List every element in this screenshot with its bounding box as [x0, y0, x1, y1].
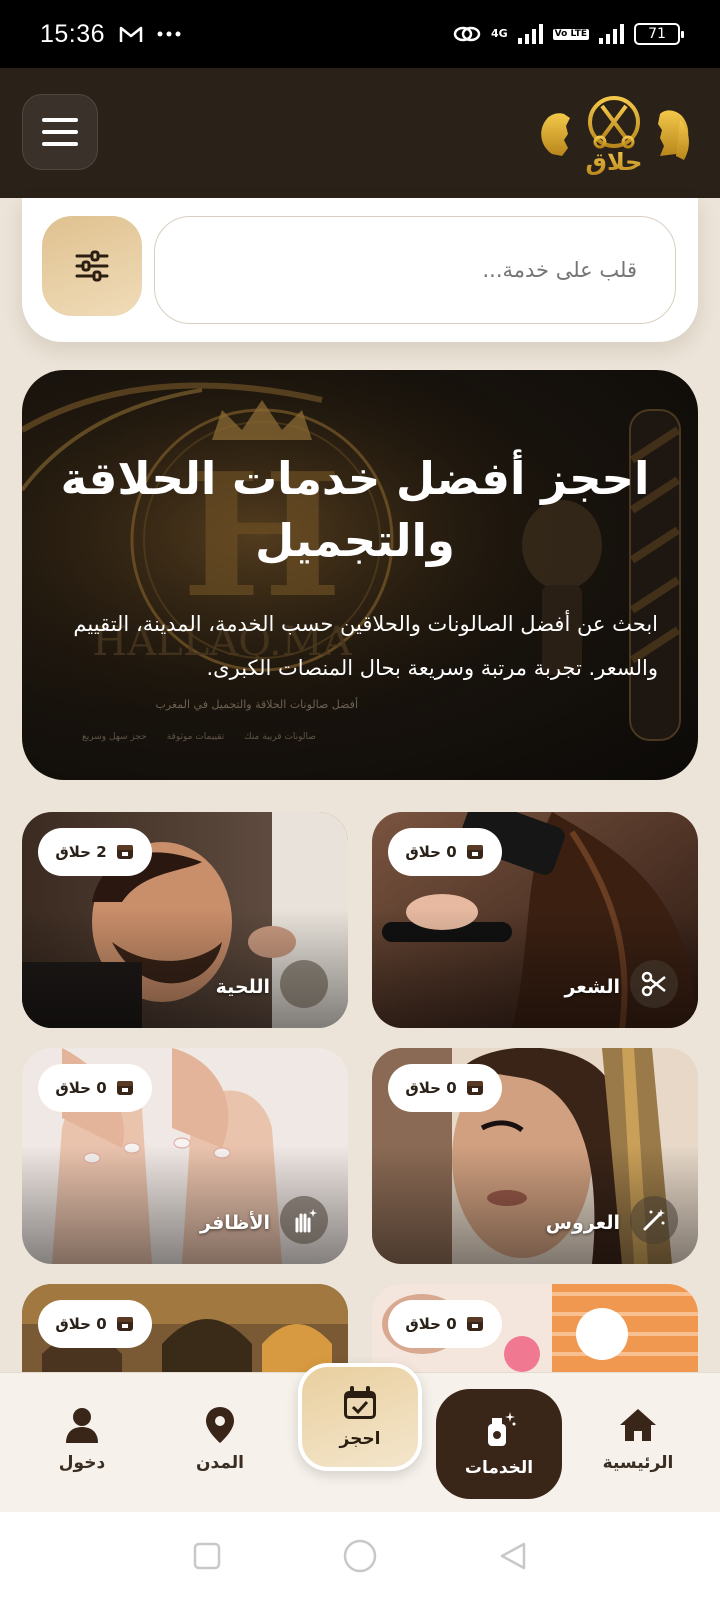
back-icon[interactable] [498, 1541, 528, 1571]
hero-banner[interactable]: H HALLAQ.MA احجز أفضل خدمات الحلاقة والت… [22, 370, 698, 780]
hero-subtitle: ابحث عن أفضل الصالونات والحلاقين حسب الخ… [73, 612, 658, 680]
barber-count-badge: 0 حلاق [38, 1064, 152, 1112]
service-label: الشعر [564, 976, 620, 998]
service-card-beard[interactable]: 2 حلاق اللحية [22, 812, 348, 1028]
recents-icon[interactable] [192, 1541, 222, 1571]
barber-count-badge: 0 حلاق [38, 1300, 152, 1348]
signal-icon [517, 24, 543, 44]
barber-count-badge: 0 حلاق [388, 1300, 502, 1348]
shop-icon [466, 1081, 483, 1095]
status-time: 15:36 [40, 19, 106, 48]
hamburger-menu-icon [42, 118, 78, 122]
more-dots-icon [157, 31, 181, 37]
search-input[interactable] [154, 216, 676, 324]
razor-icon [280, 960, 328, 1008]
gmail-icon [119, 26, 143, 42]
sliders-icon [75, 250, 109, 282]
shop-icon [116, 845, 133, 859]
nav-book[interactable]: احجز [298, 1363, 422, 1471]
magic-wand-icon [630, 1196, 678, 1244]
system-navigation-bar [0, 1512, 720, 1600]
nav-book-label: احجز [339, 1429, 381, 1449]
battery-icon: 71 [634, 23, 684, 45]
bottom-navigation: الرئيسية الخدمات احجز المدن دخول [0, 1363, 720, 1512]
service-card-bride[interactable]: 0 حلاق العروس [372, 1048, 698, 1264]
network-type: 4G [490, 27, 508, 40]
nav-home[interactable]: الرئيسية [578, 1407, 698, 1473]
shop-icon [466, 845, 483, 859]
service-card-hair[interactable]: 0 حلاق الشعر [372, 812, 698, 1028]
nav-login[interactable]: دخول [22, 1407, 142, 1473]
hero-feature: صالونات قريبة منك [244, 732, 316, 742]
battery-level: 71 [648, 26, 666, 42]
hand-sparkle-icon [280, 1196, 328, 1244]
volte-icon: Vo LTE [552, 28, 589, 40]
status-bar: 15:36 4G Vo LTE 71 [0, 0, 720, 68]
hero-feature: حجز سهل وسريع [82, 732, 147, 742]
menu-button[interactable] [22, 94, 98, 170]
spray-sparkle-icon [488, 1412, 516, 1446]
hero-feature: تقييمات موثوقة [166, 732, 225, 742]
search-card [22, 198, 698, 342]
nav-cities[interactable]: المدن [160, 1407, 280, 1473]
link-icon [453, 26, 481, 42]
hero-caption: أفضل صالونات الحلاقة والتجميل في المغرب [155, 698, 358, 711]
filter-button[interactable] [42, 216, 142, 316]
calendar-check-icon [344, 1386, 376, 1419]
hero-features: صالونات قريبة منك تقييمات موثوقة حجز سهل… [82, 732, 316, 742]
nav-home-label: الرئيسية [602, 1453, 674, 1473]
hero-title: احجز أفضل خدمات الحلاقة والتجميل [60, 452, 650, 567]
logo-text: حلاق [586, 148, 643, 176]
nav-services-label: الخدمات [464, 1458, 534, 1478]
map-pin-icon [206, 1407, 234, 1443]
service-card-nails[interactable]: 0 حلاق الأظافر [22, 1048, 348, 1264]
barber-count-badge: 0 حلاق [388, 828, 502, 876]
home-button-icon[interactable] [342, 1538, 378, 1574]
logo[interactable]: حلاق [534, 90, 694, 176]
user-icon [66, 1408, 98, 1443]
shop-icon [466, 1317, 483, 1331]
signal-icon-2 [599, 24, 624, 44]
barber-count-badge: 2 حلاق [38, 828, 152, 876]
shop-icon [116, 1081, 133, 1095]
shop-icon [116, 1317, 133, 1331]
service-label: العروس [545, 1212, 620, 1234]
barber-count-badge: 0 حلاق [388, 1064, 502, 1112]
app-header: حلاق [0, 68, 720, 198]
service-label: اللحية [215, 976, 270, 998]
hero-background: H HALLAQ.MA [22, 370, 698, 780]
nav-cities-label: المدن [196, 1453, 244, 1473]
scissors-icon [630, 960, 678, 1008]
nav-login-label: دخول [58, 1453, 106, 1473]
home-icon [620, 1409, 656, 1441]
nav-services[interactable]: الخدمات [436, 1389, 562, 1499]
service-label: الأظافر [200, 1212, 270, 1234]
